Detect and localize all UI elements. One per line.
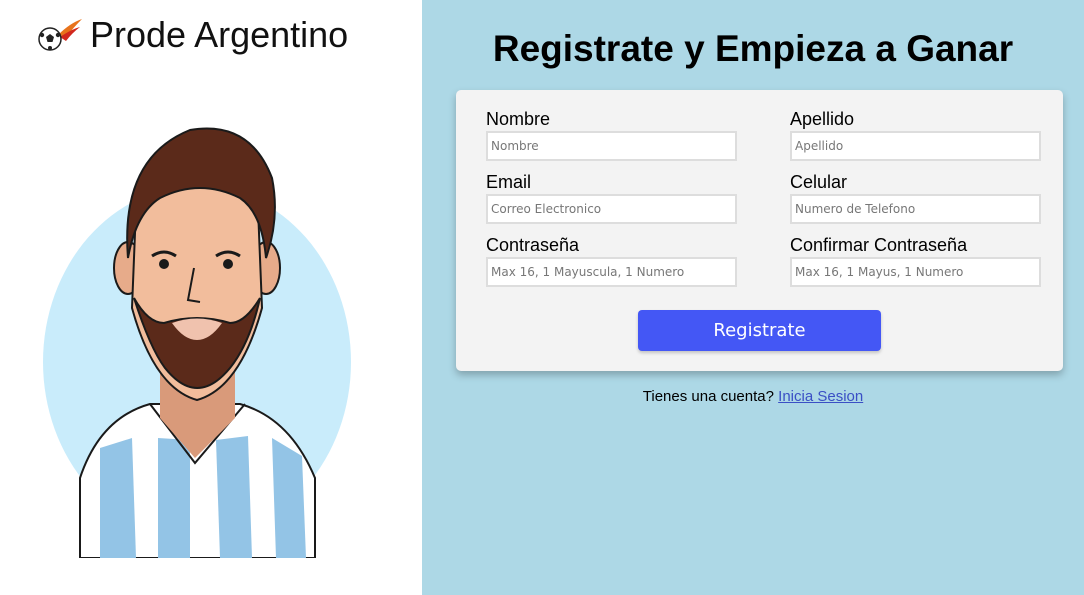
right-pane: Registrate y Empieza a Ganar Nombre Apel… xyxy=(422,0,1084,595)
brand[interactable]: Prode Argentino xyxy=(36,14,348,56)
registration-form: Nombre Apellido Email Celular Contraseña… xyxy=(456,90,1063,371)
phone-field: Celular xyxy=(790,171,1041,224)
login-prompt-line: Tienes una cuenta? Inicia Sesion xyxy=(422,388,1084,405)
login-prompt-text: Tienes una cuenta? xyxy=(642,388,774,405)
login-link[interactable]: Inicia Sesion xyxy=(778,388,863,405)
soccer-ball-icon xyxy=(38,19,82,51)
player-portrait-illustration xyxy=(43,127,351,558)
register-button[interactable]: Registrate xyxy=(638,310,881,351)
first-name-label: Nombre xyxy=(486,109,551,129)
email-input[interactable] xyxy=(486,194,737,224)
email-field: Email xyxy=(486,171,737,224)
confirm-password-label: Confirmar Contraseña xyxy=(790,235,968,255)
password-label: Contraseña xyxy=(486,235,580,255)
password-input[interactable] xyxy=(486,257,737,287)
first-name-field: Nombre xyxy=(486,108,737,161)
page-title: Registrate y Empieza a Ganar xyxy=(492,28,1014,69)
last-name-input[interactable] xyxy=(790,131,1041,161)
last-name-label: Apellido xyxy=(790,109,855,129)
first-name-input[interactable] xyxy=(486,131,737,161)
last-name-field: Apellido xyxy=(790,108,1041,161)
brand-title: Prode Argentino xyxy=(90,14,349,55)
email-label: Email xyxy=(486,172,532,192)
password-field: Contraseña xyxy=(486,234,737,287)
phone-label: Celular xyxy=(790,172,848,192)
confirm-password-input[interactable] xyxy=(790,257,1041,287)
phone-input[interactable] xyxy=(790,194,1041,224)
confirm-password-field: Confirmar Contraseña xyxy=(790,234,1041,287)
left-pane: Prode Argentino xyxy=(0,0,422,595)
